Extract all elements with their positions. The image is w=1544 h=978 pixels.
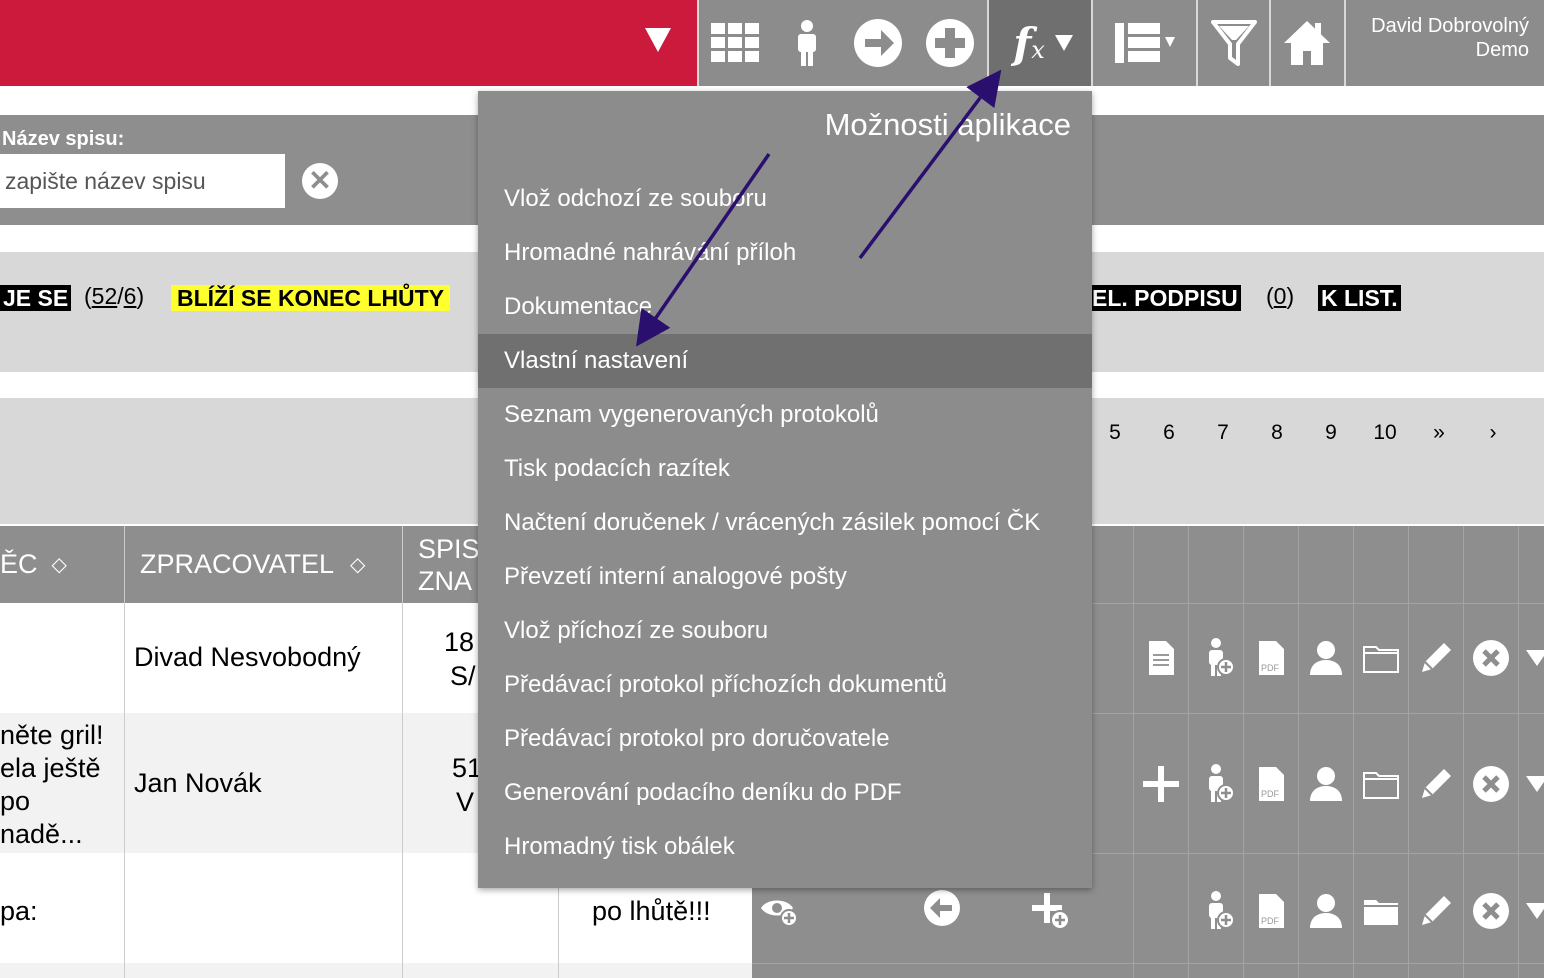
annotation-arrow-to-settings: [636, 153, 771, 347]
annotation-arrow-to-fx: [858, 69, 1002, 260]
annotation-arrows: [636, 69, 1002, 347]
